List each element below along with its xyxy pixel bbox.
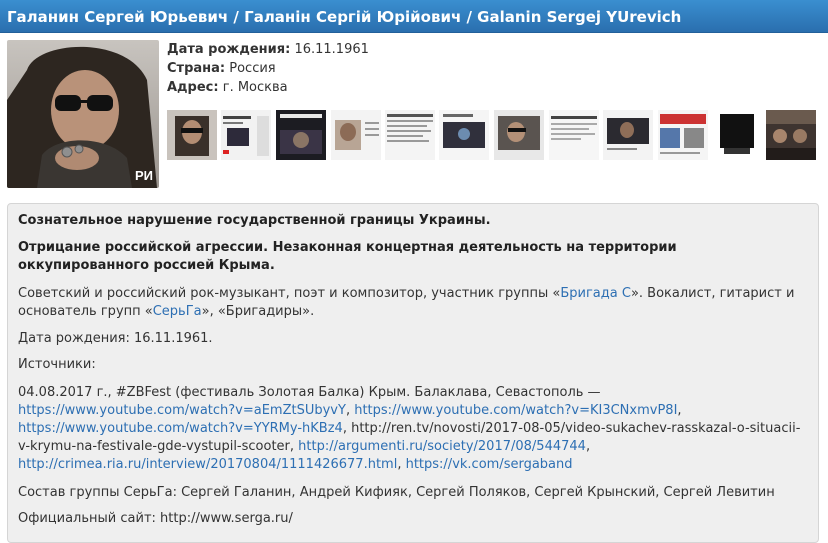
page-header: Галанин Сергей Юрьевич / Галанін Сергій …: [0, 0, 828, 33]
sources-label: Источники:: [18, 357, 96, 372]
heading-aggression: Отрицание российской агрессии. Незаконна…: [18, 240, 677, 273]
source-link-6[interactable]: https://vk.com/sergaband: [406, 457, 573, 472]
source-link-5[interactable]: http://crimea.ria.ru/interview/20170804/…: [18, 457, 397, 472]
thumb-4[interactable]: [331, 110, 381, 160]
source-link-4[interactable]: http://argumenti.ru/society/2017/08/5447…: [298, 439, 586, 454]
country-row: Страна: Россия: [167, 59, 369, 78]
thumb-12[interactable]: [766, 110, 816, 160]
link-serga[interactable]: СерьГа: [153, 304, 202, 319]
thumb-10[interactable]: [658, 110, 708, 160]
thumb-3[interactable]: [276, 110, 326, 160]
profile-photo[interactable]: РИ: [7, 40, 159, 188]
thumb-11[interactable]: [712, 110, 762, 160]
profile-info: Дата рождения: 16.11.1961 Страна: Россия…: [167, 40, 369, 97]
birth-line: Дата рождения: 16.11.1961.: [18, 331, 213, 346]
heading-border-violation: Сознательное нарушение государственной г…: [18, 213, 491, 228]
thumb-2[interactable]: [221, 110, 271, 160]
source-link-3[interactable]: https://www.youtube.com/watch?v=YYRMy-hK…: [18, 421, 343, 436]
thumb-1[interactable]: [167, 110, 217, 160]
address-label: Адрес:: [167, 80, 219, 95]
site-line: Официальный сайт: http://www.serga.ru/: [18, 511, 293, 526]
country-label: Страна:: [167, 61, 226, 76]
description-panel: Сознательное нарушение государственной г…: [7, 203, 819, 543]
birth-row: Дата рождения: 16.11.1961: [167, 40, 369, 59]
thumb-5[interactable]: [385, 110, 435, 160]
photo-watermark: РИ: [135, 168, 153, 183]
country-value: Россия: [229, 61, 276, 76]
source-intro: 04.08.2017 г., #ZBFest (фестиваль Золота…: [18, 385, 601, 400]
source-link-1[interactable]: https://www.youtube.com/watch?v=aEmZtSUb…: [18, 403, 346, 418]
address-row: Адрес: г. Москва: [167, 78, 369, 97]
bio-text-1: Советский и российский рок-музыкант, поэ…: [18, 286, 561, 301]
address-value: г. Москва: [222, 80, 288, 95]
thumb-8[interactable]: [549, 110, 599, 160]
aggression-heading: Отрицание российской агрессии. Незаконна…: [18, 239, 808, 275]
thumb-7[interactable]: [494, 110, 544, 160]
source-link-2[interactable]: https://www.youtube.com/watch?v=KI3CNxmv…: [354, 403, 677, 418]
link-brigada-s[interactable]: Бригада С: [560, 286, 631, 301]
bio-text-3: », «Бригадиры».: [201, 304, 315, 319]
thumb-6[interactable]: [439, 110, 489, 160]
page-title: Галанин Сергей Юрьевич / Галанін Сергій …: [7, 8, 682, 26]
thumb-9[interactable]: [603, 110, 653, 160]
band-line: Состав группы СерьГа: Сергей Галанин, Ан…: [18, 485, 775, 500]
sources-paragraph: 04.08.2017 г., #ZBFest (фестиваль Золота…: [18, 385, 801, 472]
bio-paragraph: Советский и российский рок-музыкант, поэ…: [18, 285, 808, 321]
violation-heading: Сознательное нарушение государственной г…: [18, 212, 808, 230]
birth-value: 16.11.1961: [294, 42, 369, 57]
birth-label: Дата рождения:: [167, 42, 291, 57]
